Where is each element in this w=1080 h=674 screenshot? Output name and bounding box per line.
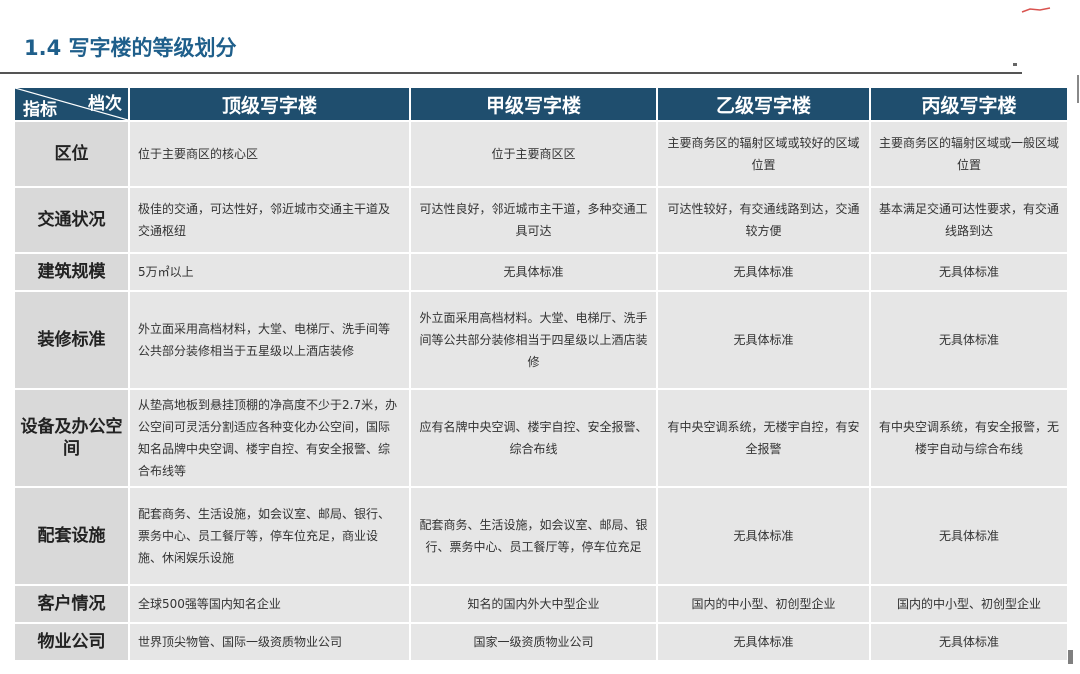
table-cell: 无具体标准	[658, 292, 869, 388]
row-header: 区位	[15, 122, 128, 186]
decoration-dot	[1013, 63, 1017, 66]
table-row: 装修标准 外立面采用高档材料，大堂、电梯厅、洗手间等公共部分装修相当于五星级以上…	[15, 292, 1067, 388]
row-header: 交通状况	[15, 188, 128, 252]
table-cell: 有中央空调系统，有安全报警，无楼宇自动与综合布线	[871, 390, 1067, 486]
title-divider	[0, 72, 1022, 74]
table-cell: 配套商务、生活设施，如会议室、邮局、银行、票务中心、员工餐厅等，停车位充足，商业…	[130, 488, 409, 584]
table-row: 客户情况 全球500强等国内知名企业 知名的国内外大中型企业 国内的中小型、初创…	[15, 586, 1067, 622]
table-row: 设备及办公空间 从垫高地板到悬挂顶棚的净高度不少于2.7米，办公空间可灵活分割适…	[15, 390, 1067, 486]
table-cell: 无具体标准	[658, 254, 869, 290]
table-cell: 位于主要商区区	[411, 122, 656, 186]
table-header-row: 档次 指标 顶级写字楼 甲级写字楼 乙级写字楼 丙级写字楼	[15, 88, 1067, 120]
table-row: 配套设施 配套商务、生活设施，如会议室、邮局、银行、票务中心、员工餐厅等，停车位…	[15, 488, 1067, 584]
column-header: 顶级写字楼	[130, 88, 409, 120]
table-row: 区位 位于主要商区的核心区 位于主要商区区 主要商务区的辐射区域或较好的区域位置…	[15, 122, 1067, 186]
column-header: 甲级写字楼	[411, 88, 656, 120]
page-title: 1.4 写字楼的等级划分	[24, 36, 237, 60]
table-cell: 知名的国内外大中型企业	[411, 586, 656, 622]
table-cell: 国内的中小型、初创型企业	[658, 586, 869, 622]
table-cell: 极佳的交通，可达性好，邻近城市交通主干道及交通枢纽	[130, 188, 409, 252]
table-cell: 无具体标准	[658, 624, 869, 660]
table-cell: 位于主要商区的核心区	[130, 122, 409, 186]
table-cell: 无具体标准	[871, 488, 1067, 584]
table-cell: 无具体标准	[411, 254, 656, 290]
table-cell: 主要商务区的辐射区域或较好的区域位置	[658, 122, 869, 186]
table-cell: 基本满足交通可达性要求，有交通线路到达	[871, 188, 1067, 252]
corner-top-label: 档次	[88, 94, 122, 114]
row-header: 设备及办公空间	[15, 390, 128, 486]
table-cell: 世界顶尖物管、国际一级资质物业公司	[130, 624, 409, 660]
grade-table: 档次 指标 顶级写字楼 甲级写字楼 乙级写字楼 丙级写字楼 区位 位于主要商区的…	[13, 86, 1069, 662]
corner-header: 档次 指标	[15, 88, 128, 120]
table-cell: 外立面采用高档材料，大堂、电梯厅、洗手间等公共部分装修相当于五星级以上酒店装修	[130, 292, 409, 388]
table-cell: 5万㎡以上	[130, 254, 409, 290]
edge-decoration	[1077, 75, 1079, 103]
row-header: 客户情况	[15, 586, 128, 622]
row-header: 物业公司	[15, 624, 128, 660]
table-cell: 有中央空调系统，无楼宇自控，有安全报警	[658, 390, 869, 486]
table-row: 物业公司 世界顶尖物管、国际一级资质物业公司 国家一级资质物业公司 无具体标准 …	[15, 624, 1067, 660]
decoration-mark	[1021, 7, 1051, 13]
table-cell: 可达性良好，邻近城市主干道，多种交通工具可达	[411, 188, 656, 252]
table-cell: 从垫高地板到悬挂顶棚的净高度不少于2.7米，办公空间可灵活分割适应各种变化办公空…	[130, 390, 409, 486]
table-row: 建筑规模 5万㎡以上 无具体标准 无具体标准 无具体标准	[15, 254, 1067, 290]
table-cell: 全球500强等国内知名企业	[130, 586, 409, 622]
table-cell: 主要商务区的辐射区域或一般区域位置	[871, 122, 1067, 186]
row-header: 建筑规模	[15, 254, 128, 290]
table-cell: 配套商务、生活设施，如会议室、邮局、银行、票务中心、员工餐厅等，停车位充足	[411, 488, 656, 584]
row-header: 装修标准	[15, 292, 128, 388]
table-row: 交通状况 极佳的交通，可达性好，邻近城市交通主干道及交通枢纽 可达性良好，邻近城…	[15, 188, 1067, 252]
table-cell: 无具体标准	[658, 488, 869, 584]
table-cell: 无具体标准	[871, 254, 1067, 290]
table-cell: 外立面采用高档材料。大堂、电梯厅、洗手间等公共部分装修相当于四星级以上酒店装修	[411, 292, 656, 388]
table-cell: 国家一级资质物业公司	[411, 624, 656, 660]
column-header: 丙级写字楼	[871, 88, 1067, 120]
table-cell: 可达性较好，有交通线路到达，交通较方便	[658, 188, 869, 252]
table-cell: 国内的中小型、初创型企业	[871, 586, 1067, 622]
table-cell: 无具体标准	[871, 624, 1067, 660]
row-header: 配套设施	[15, 488, 128, 584]
table-cell: 应有名牌中央空调、楼宇自控、安全报警、综合布线	[411, 390, 656, 486]
column-header: 乙级写字楼	[658, 88, 869, 120]
corner-bottom-label: 指标	[23, 100, 57, 120]
table-cell: 无具体标准	[871, 292, 1067, 388]
